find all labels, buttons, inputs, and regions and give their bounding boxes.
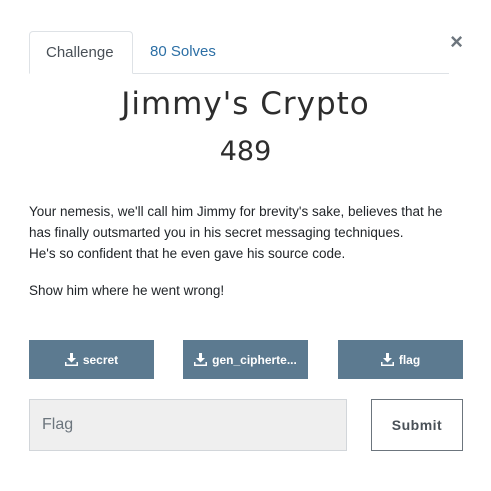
file-label: flag xyxy=(398,352,421,367)
challenge-value: 489 xyxy=(219,136,272,167)
close-icon[interactable]: × xyxy=(450,31,463,53)
file-download-flag[interactable]: flag xyxy=(338,340,463,379)
download-icon xyxy=(64,353,78,366)
challenge-files: secret gen_ciphertе... flag xyxy=(29,340,463,379)
challenge-description: Your nemesis, we'll call him Jimmy for b… xyxy=(29,201,459,301)
tab-challenge-label: Challenge xyxy=(46,44,114,61)
file-label: gen_ciphertе... xyxy=(212,352,297,367)
description-line: He's so confident that he even gave his … xyxy=(29,246,346,261)
tab-solves-label: 80 Solves xyxy=(150,43,216,60)
challenge-tabs: Challenge 80 Solves xyxy=(29,31,449,74)
file-download-secret[interactable]: secret xyxy=(29,340,154,379)
flag-input[interactable] xyxy=(29,399,347,451)
file-download-gen-ciphertext[interactable]: gen_ciphertе... xyxy=(183,340,308,379)
file-label: secret xyxy=(82,352,119,367)
tab-solves[interactable]: 80 Solves xyxy=(134,31,232,73)
description-line: has finally outsmarted you in his secret… xyxy=(29,225,404,240)
description-line: Your nemesis, we'll call him Jimmy for b… xyxy=(29,204,443,219)
challenge-modal: Challenge 80 Solves × Jimmy's Crypto 489… xyxy=(0,0,491,491)
challenge-name: Jimmy's Crypto xyxy=(121,86,370,122)
download-icon xyxy=(380,353,394,366)
tab-challenge[interactable]: Challenge xyxy=(29,31,133,74)
submit-button[interactable]: Submit xyxy=(371,399,463,451)
download-icon xyxy=(194,353,208,366)
description-line: Show him where he went wrong! xyxy=(29,283,225,298)
